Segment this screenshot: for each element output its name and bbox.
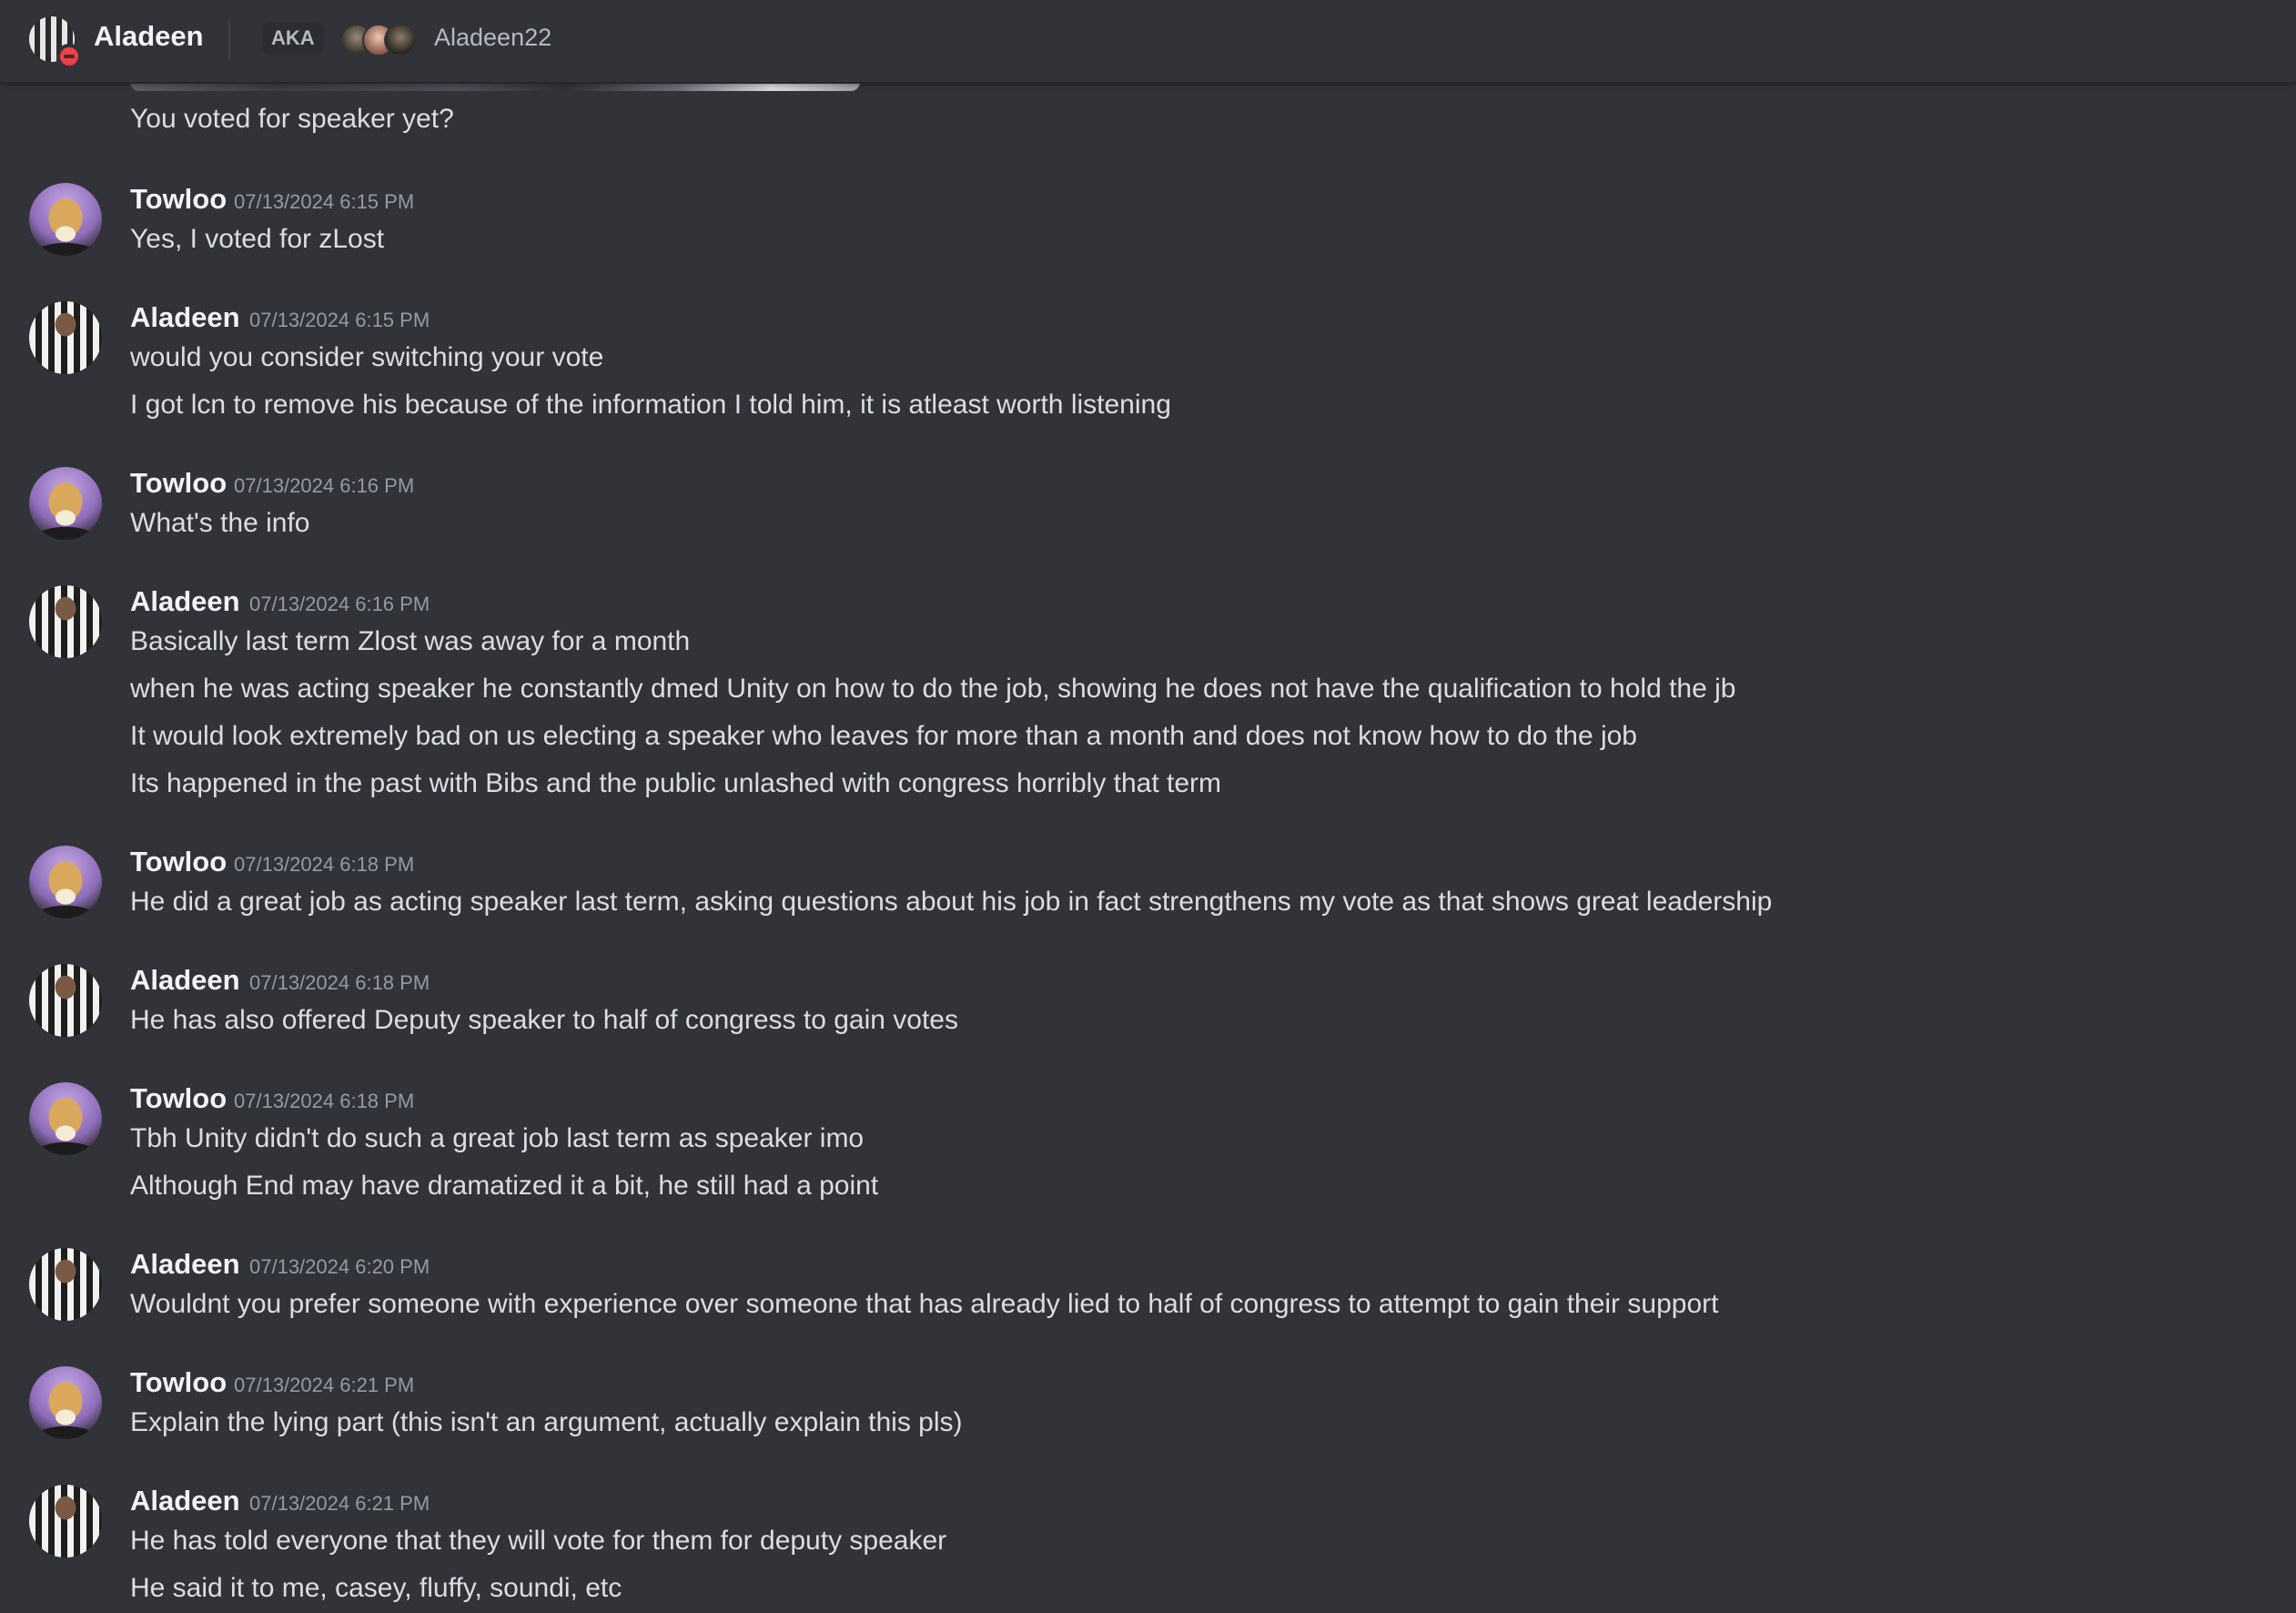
message-line: Yes, I voted for zLost [130, 224, 385, 254]
timestamp: 07/13/2024 6:15 PM [234, 190, 415, 213]
author-name[interactable]: Towloo [130, 467, 227, 500]
header-username[interactable]: Aladeen [94, 20, 204, 53]
alias-avatar [384, 24, 417, 56]
message-line: He did a great job as acting speaker las… [130, 887, 1773, 917]
message-line: He has also offered Deputy speaker to ha… [130, 1005, 958, 1035]
timestamp: 07/13/2024 6:16 PM [234, 474, 415, 497]
avatar[interactable] [29, 1082, 102, 1155]
timestamp: 07/13/2024 6:21 PM [234, 1374, 415, 1396]
dnd-status-icon [56, 44, 82, 69]
author-name[interactable]: Towloo [130, 1082, 227, 1115]
timestamp: 07/13/2024 6:15 PM [249, 309, 430, 331]
author-name[interactable]: Aladeen [130, 585, 240, 618]
timestamp: 07/13/2024 6:20 PM [249, 1255, 430, 1278]
author-name[interactable]: Aladeen [130, 964, 240, 997]
message-line: would you consider switching your vote [130, 342, 604, 372]
message-line: when he was acting speaker he constantly… [130, 674, 1736, 704]
timestamp: 07/13/2024 6:18 PM [234, 853, 415, 876]
message-line: He has told everyone that they will vote… [130, 1526, 947, 1556]
message-line: Basically last term Zlost was away for a… [130, 626, 691, 656]
alias-name[interactable]: Aladeen22 [434, 24, 551, 52]
alias-avatars[interactable] [340, 24, 422, 56]
avatar[interactable] [29, 846, 102, 918]
avatar[interactable] [29, 1485, 102, 1557]
avatar[interactable] [29, 964, 102, 1037]
avatar[interactable] [29, 301, 102, 374]
avatar[interactable] [29, 585, 102, 658]
timestamp: 07/13/2024 6:16 PM [249, 593, 430, 615]
dm-header: Aladeen AKA Aladeen22 [0, 0, 2296, 84]
timestamp: 07/13/2024 6:21 PM [249, 1492, 430, 1515]
message-line: Wouldnt you prefer someone with experien… [130, 1289, 1719, 1319]
author-name[interactable]: Aladeen [130, 1485, 240, 1517]
message-line: I got lcn to remove his because of the i… [130, 390, 1171, 420]
message-line: What's the info [130, 508, 310, 538]
author-name[interactable]: Towloo [130, 846, 227, 878]
header-divider [228, 18, 230, 60]
avatar[interactable] [29, 1248, 102, 1321]
avatar[interactable] [29, 1366, 102, 1439]
author-name[interactable]: Aladeen [130, 1248, 240, 1281]
message-line: He said it to me, casey, fluffy, soundi,… [130, 1573, 622, 1603]
timestamp: 07/13/2024 6:18 PM [249, 971, 430, 994]
message-list: You voted for speaker yet? Towloo 07/13/… [0, 0, 2296, 1613]
message-line: Although End may have dramatized it a bi… [130, 1171, 879, 1201]
message-line: Tbh Unity didn't do such a great job las… [130, 1123, 865, 1153]
message-line: It would look extremely bad on us electi… [130, 721, 1637, 751]
message-line: You voted for speaker yet? [130, 104, 454, 134]
avatar[interactable] [29, 467, 102, 540]
author-name[interactable]: Towloo [130, 183, 227, 216]
aka-badge: AKA [262, 22, 324, 55]
author-name[interactable]: Towloo [130, 1366, 227, 1399]
message-line: Explain the lying part (this isn't an ar… [130, 1407, 963, 1437]
author-name[interactable]: Aladeen [130, 301, 240, 334]
avatar[interactable] [29, 183, 102, 256]
timestamp: 07/13/2024 6:18 PM [234, 1090, 415, 1112]
message-line: Its happened in the past with Bibs and t… [130, 768, 1222, 798]
